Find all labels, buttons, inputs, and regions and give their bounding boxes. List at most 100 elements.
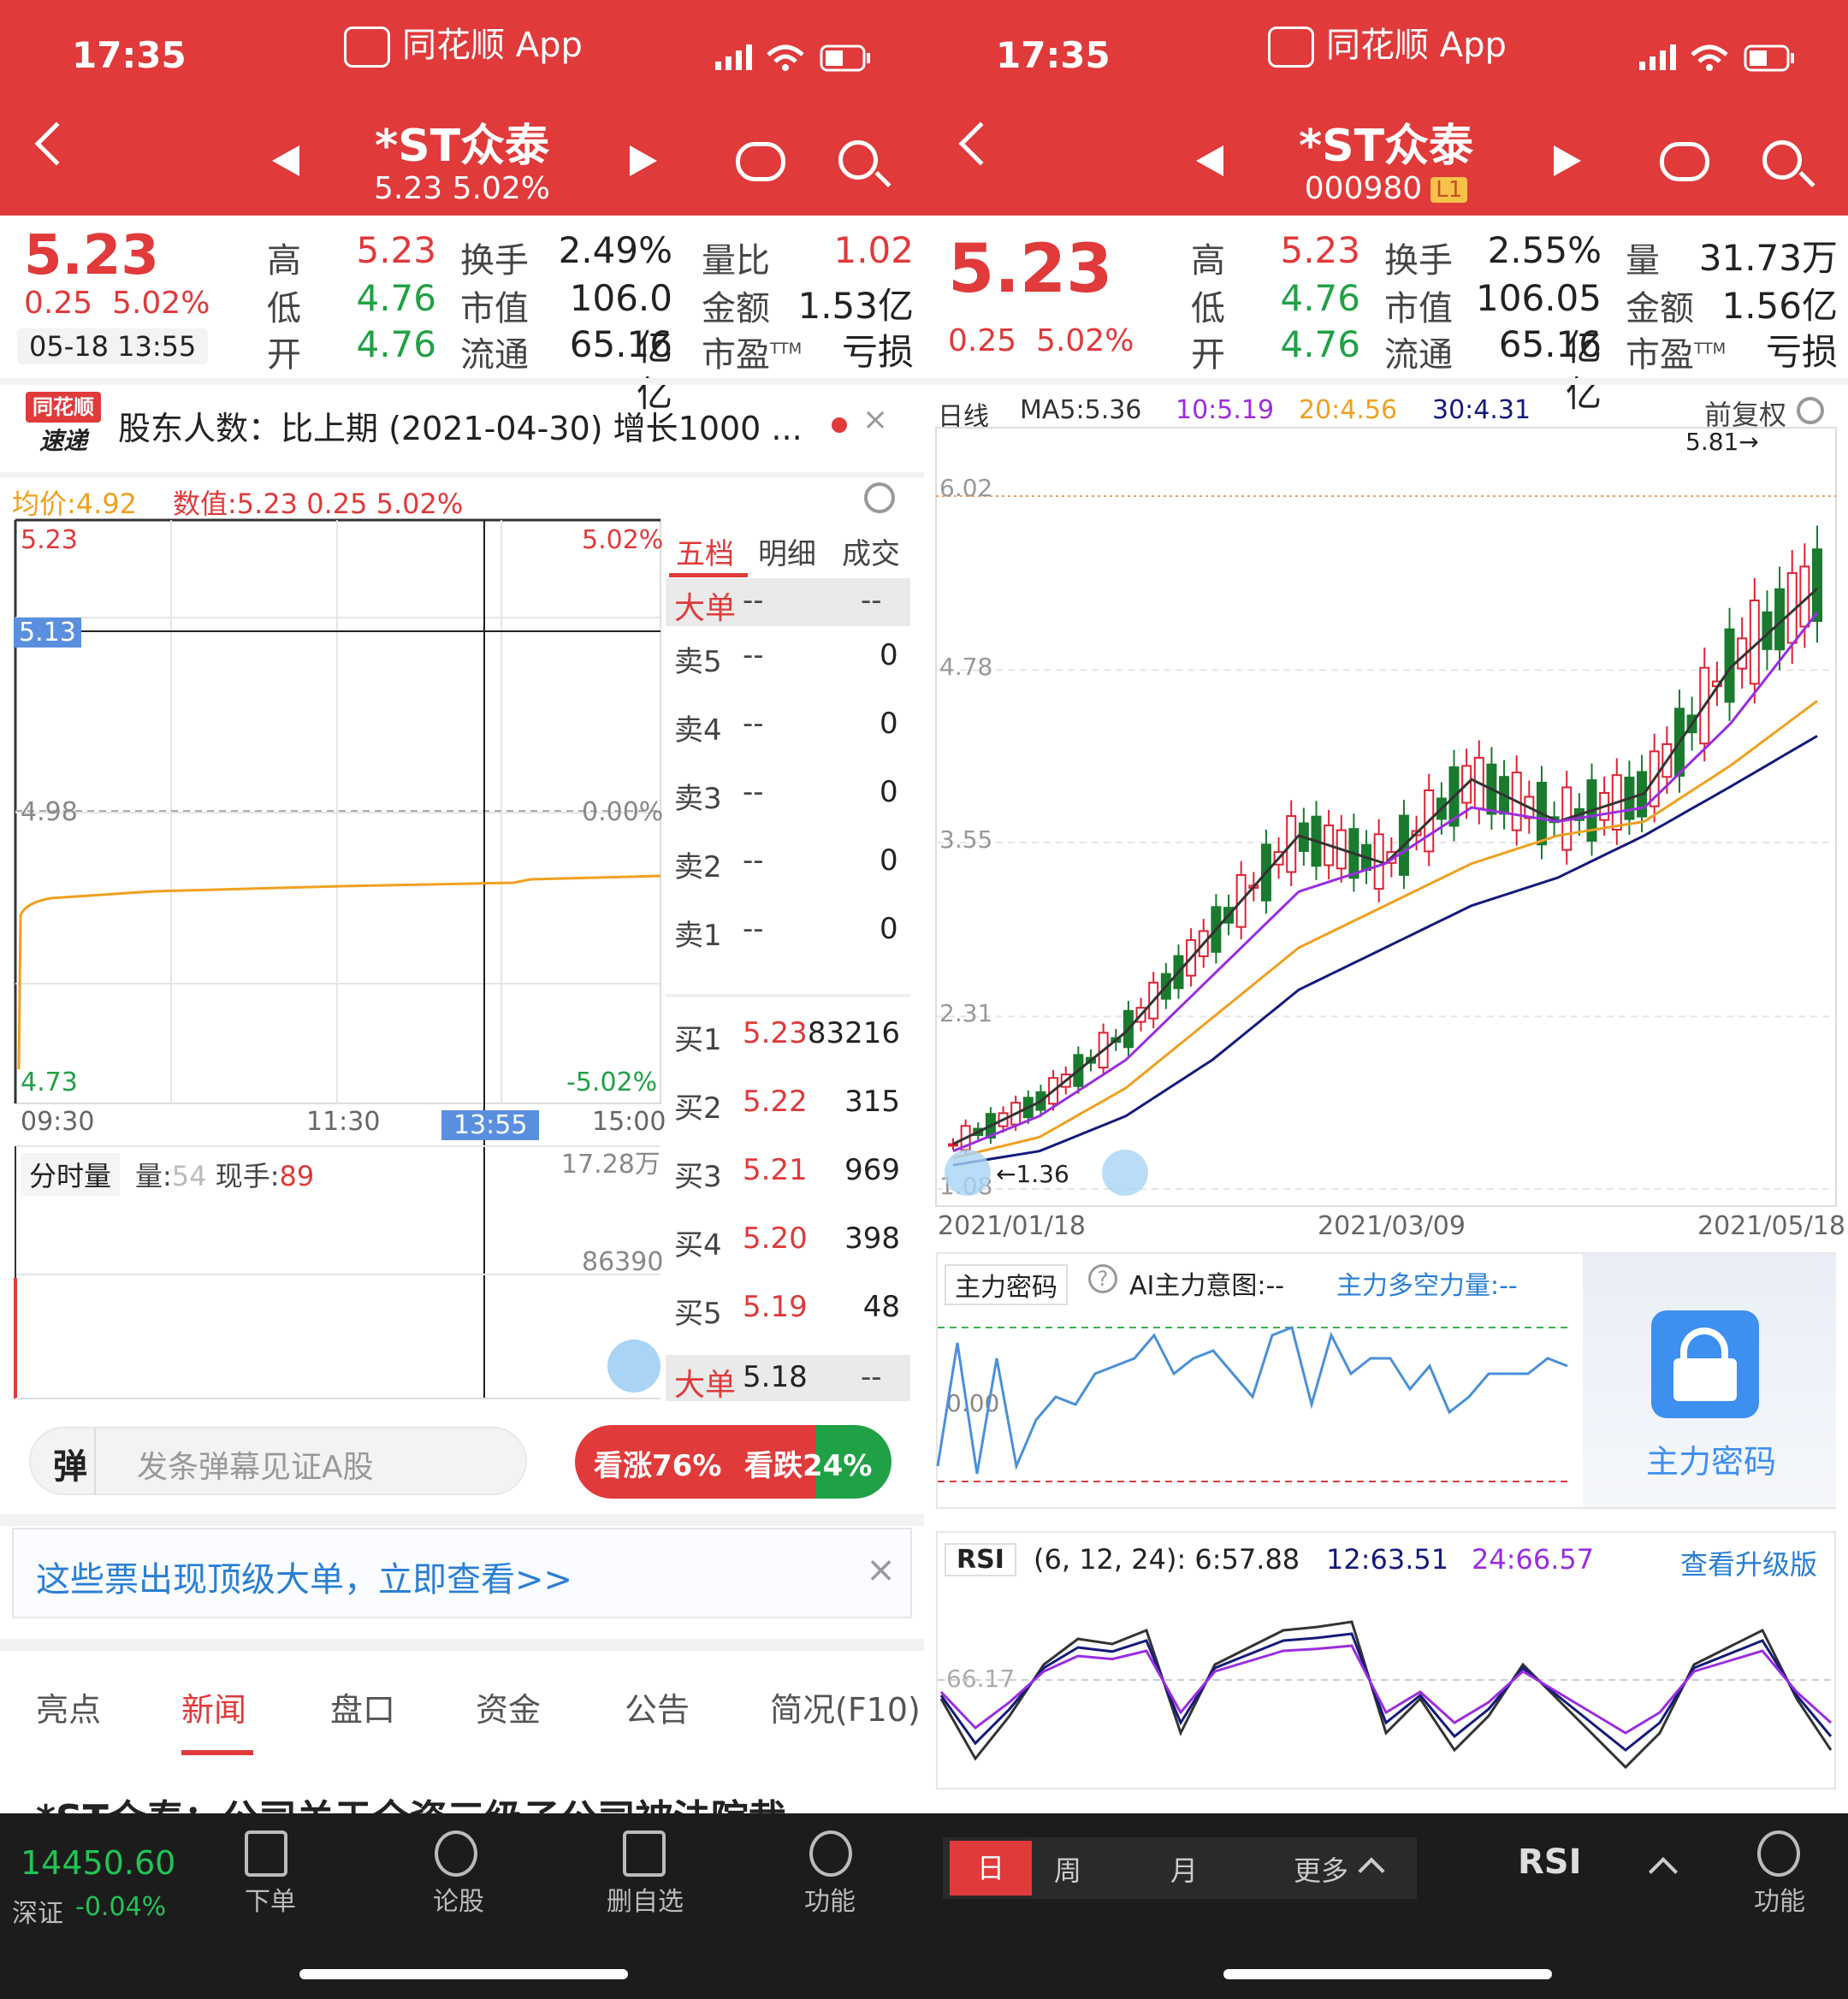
settings-icon[interactable] [864, 482, 895, 513]
high-label: 高 [267, 241, 301, 281]
back-icon[interactable] [958, 121, 1003, 166]
robot-icon[interactable] [736, 142, 785, 181]
turnover-value: 2.49% [558, 229, 672, 271]
buy-level-row[interactable]: 买2 5.22 315 [666, 1076, 910, 1136]
kline-screen: 17:35 同花顺 App *ST众泰 000980 L1 5.23 0.25 5… [924, 0, 1848, 1999]
active-tab-underline [181, 1750, 253, 1755]
rsi-chart[interactable] [938, 1579, 1834, 1788]
x-label: 09:30 [21, 1107, 95, 1137]
sell-level-row[interactable]: 卖5 -- 0 [666, 630, 910, 689]
stock-title: *ST众泰 [374, 121, 550, 172]
bullish-button[interactable]: 看涨76% [594, 1442, 721, 1484]
tab-detail[interactable]: 明细 [758, 530, 816, 572]
tab-0[interactable]: 亮点 [36, 1683, 101, 1730]
search-icon[interactable] [838, 140, 878, 180]
menu-icon[interactable] [809, 1830, 852, 1877]
sentiment-bar[interactable]: 看涨76% 看跌24% [575, 1425, 891, 1499]
mcap-label: 市值 [1384, 289, 1453, 328]
divider [924, 378, 1848, 385]
intraday-chart[interactable] [0, 513, 667, 1403]
index-value[interactable]: 14450.60 [21, 1844, 175, 1882]
news-banner-text[interactable]: 股东人数：比上期 (2021-04-30) 增长1000 ... [118, 402, 820, 449]
vr-label: 量比 [702, 241, 770, 281]
pct-mid-label: 0.00% [582, 797, 664, 827]
buy-level-row[interactable]: 买3 5.21 969 [666, 1144, 910, 1204]
tab-trades[interactable]: 成交 [842, 530, 900, 572]
function-label[interactable]: 功能 [1711, 1880, 1848, 1918]
close-icon[interactable]: × [862, 402, 888, 437]
rsi24-label: 24:66.57 [1472, 1543, 1595, 1576]
bearish-button[interactable]: 看跌24% [744, 1442, 872, 1484]
robot-icon[interactable] [1660, 142, 1709, 181]
tab-5[interactable]: 简况(F10) [770, 1683, 921, 1730]
volume-title[interactable]: 分时量 [21, 1153, 121, 1196]
expand-icon[interactable] [1102, 1150, 1148, 1196]
order-icon[interactable] [245, 1830, 287, 1877]
tab-1[interactable]: 新闻 [181, 1683, 246, 1730]
order-label[interactable]: 下单 [202, 1880, 339, 1918]
screenshot-root: 17:35 同花顺 App *ST众泰 5.23 5.02% 5.23 0.25… [0, 0, 1848, 1999]
tab-five-levels[interactable]: 五档 [676, 530, 734, 572]
buy-level-row[interactable]: 买5 5.19 48 [666, 1281, 910, 1341]
function-label[interactable]: 功能 [761, 1880, 898, 1918]
expand-icon[interactable] [607, 1340, 660, 1393]
close-icon[interactable]: × [866, 1548, 896, 1590]
remove-watchlist-label[interactable]: 删自选 [577, 1880, 714, 1918]
shrink-icon[interactable] [945, 1150, 991, 1196]
price-change: 0.25 5.02% [948, 323, 1134, 358]
unread-dot [832, 417, 847, 433]
indicator-select[interactable]: RSI [1518, 1842, 1582, 1882]
chevron-up-icon[interactable] [1649, 1857, 1678, 1886]
mcap-label: 市值 [460, 289, 529, 328]
volume-value: 31.73万 [1698, 237, 1838, 279]
status-app: 同花顺 App [344, 17, 583, 68]
index-name: 深证 [12, 1899, 63, 1929]
buy-level-row[interactable]: 买4 5.20 398 [666, 1213, 910, 1273]
avg-price-line [17, 874, 661, 1070]
high-value: 5.23 [356, 229, 436, 271]
prev-stock-icon[interactable] [272, 145, 299, 176]
period-month[interactable]: 月 [1170, 1849, 1198, 1889]
menu-icon[interactable] [1757, 1830, 1800, 1877]
upgrade-link[interactable]: 查看升级版 [1680, 1543, 1817, 1582]
turnover-value: 2.55% [1487, 229, 1602, 271]
y-tick-label: 6.02 [939, 474, 993, 502]
pe-value: 亏损 [1765, 331, 1838, 373]
help-icon[interactable]: ? [1088, 1264, 1117, 1293]
back-icon[interactable] [34, 121, 79, 166]
promo-text: 这些票出现顶级大单，立即查看>> [36, 1560, 573, 1600]
promo-banner[interactable]: 这些票出现顶级大单，立即查看>> × [12, 1528, 912, 1618]
remove-watchlist-icon[interactable] [623, 1830, 666, 1877]
period-day[interactable]: 日 [950, 1841, 1032, 1896]
sell-level-row[interactable]: 卖2 -- 0 [666, 835, 910, 895]
tab-4[interactable]: 公告 [625, 1683, 690, 1730]
float-label: 流通 [460, 335, 529, 375]
search-icon[interactable] [1762, 140, 1802, 180]
tab-3[interactable]: 资金 [476, 1683, 541, 1730]
sell-level-row[interactable]: 卖1 -- 0 [666, 903, 910, 963]
x-label: 2021/03/09 [1318, 1211, 1466, 1241]
intraday-screen: 17:35 同花顺 App *ST众泰 5.23 5.02% 5.23 0.25… [0, 0, 924, 1999]
forum-icon[interactable] [435, 1830, 477, 1877]
kline-chart[interactable] [935, 427, 1837, 1207]
more-periods[interactable]: 更多 [1294, 1849, 1348, 1889]
period-week[interactable]: 周 [1054, 1849, 1081, 1889]
main-force-lock[interactable]: 主力密码 [1583, 1254, 1836, 1507]
next-stock-icon[interactable] [630, 145, 657, 176]
tab-2[interactable]: 盘口 [330, 1683, 395, 1730]
main-force-tag[interactable]: 主力密码 [945, 1264, 1068, 1305]
header: 17:35 同花顺 App *ST众泰 5.23 5.02% [0, 0, 924, 216]
next-stock-icon[interactable] [1554, 145, 1581, 176]
status-app-name: 同花顺 App [1326, 26, 1507, 65]
rsi-tag[interactable]: RSI [945, 1543, 1016, 1576]
main-force-chart[interactable] [936, 1309, 1568, 1514]
prev-stock-icon[interactable] [1196, 145, 1223, 176]
y-bottom-label: 4.73 [21, 1068, 78, 1097]
buy-level-row[interactable]: 买1 5.23 83216 [666, 1008, 910, 1068]
ai-intent-label: AI主力意图:-- [1129, 1271, 1285, 1301]
settings-icon[interactable] [1797, 397, 1824, 424]
danmu-input[interactable]: 弹 发条弹幕见证A股 [29, 1427, 527, 1495]
forum-label[interactable]: 论股 [390, 1880, 527, 1918]
sell-level-row[interactable]: 卖4 -- 0 [666, 698, 910, 758]
sell-level-row[interactable]: 卖3 -- 0 [666, 766, 910, 826]
